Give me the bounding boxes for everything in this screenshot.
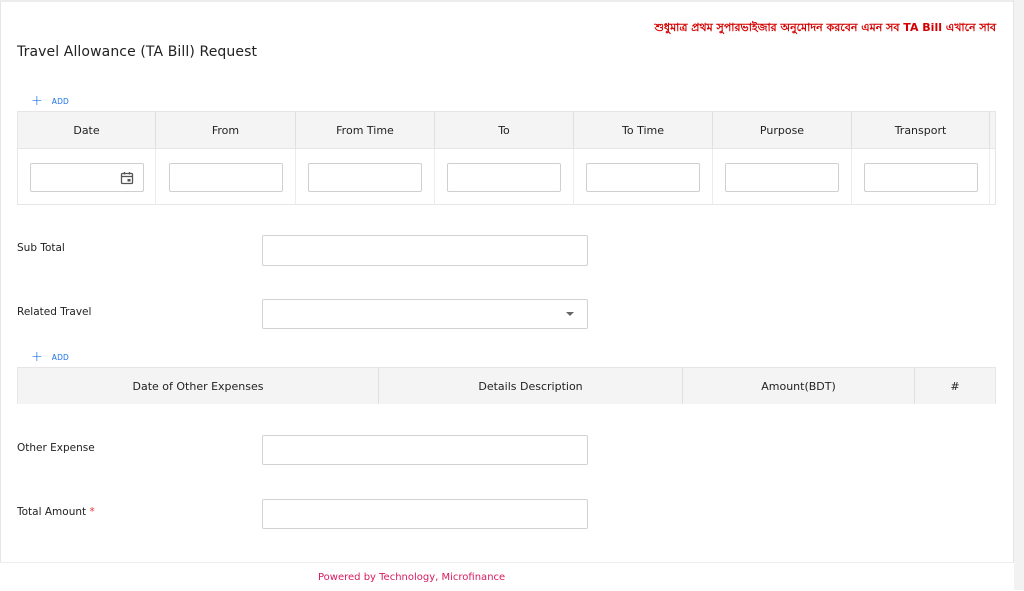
page-edge [0,0,1,590]
footer-text: Powered by Technology, Microfinance [318,572,506,583]
column-header-description: Details Description [379,368,683,404]
table-row [18,149,995,205]
purpose-input[interactable] [725,162,839,192]
page-title: Travel Allowance (TA Bill) Request [17,44,258,60]
expense-table: Date of Other Expenses Details Descripti… [17,367,996,404]
footer: Powered by Technology, Microfinance [0,562,1014,591]
calendar-icon[interactable] [120,171,134,185]
dropdown-arrow-icon [566,312,574,316]
column-header-actions: # [950,379,960,393]
travel-table: Date From From Time To To Time Purpose T… [17,111,996,205]
column-header-to: To [435,112,574,148]
to-cell [435,149,574,205]
sub-total-input[interactable] [262,235,588,266]
column-header-date: Date [18,112,156,148]
other-expense-label: Other Expense [17,442,95,454]
right-gutter [1013,0,1024,590]
add-label: ADD [51,96,70,106]
column-header-purpose: Purpose [713,112,852,148]
expense-table-header: Date of Other Expenses Details Descripti… [18,368,995,404]
column-header-amount: Amount(BDT) [683,368,915,404]
total-amount-label-text: Total Amount [17,506,87,518]
add-label: ADD [51,352,70,362]
notice-text: শুধুমাত্র প্রথম সুপারভাইজার অনুমোদন করবে… [654,21,996,34]
required-marker: * [89,506,95,518]
from-cell [156,149,296,205]
related-travel-label: Related Travel [17,306,92,318]
column-header-from: From [156,112,296,148]
add-travel-row-button[interactable]: + ADD [31,93,70,109]
to-time-input[interactable] [586,162,700,192]
other-expense-input[interactable] [262,435,588,465]
from-time-cell [296,149,435,205]
add-expense-row-button[interactable]: + ADD [31,349,70,365]
related-travel-select[interactable] [262,299,588,329]
travel-table-header: Date From From Time To To Time Purpose T… [18,112,995,149]
transport-input[interactable] [863,162,978,192]
date-input[interactable] [29,162,144,192]
total-amount-label: Total Amount * [17,506,95,518]
column-header-transport: Transport [852,112,990,148]
date-cell [18,149,156,205]
purpose-cell [713,149,852,205]
column-header-from-time: From Time [296,112,435,148]
page-edge-top [0,0,1014,2]
plus-icon: + [31,93,43,109]
column-header-to-time: To Time [574,112,713,148]
to-time-cell [574,149,713,205]
plus-icon: + [31,349,43,365]
from-time-input[interactable] [308,162,422,192]
total-amount-input[interactable] [262,499,588,529]
sub-total-label: Sub Total [17,242,65,254]
from-input[interactable] [168,162,283,192]
transport-cell [852,149,990,205]
to-input[interactable] [447,162,561,192]
column-header-expense-date: Date of Other Expenses [18,368,379,404]
